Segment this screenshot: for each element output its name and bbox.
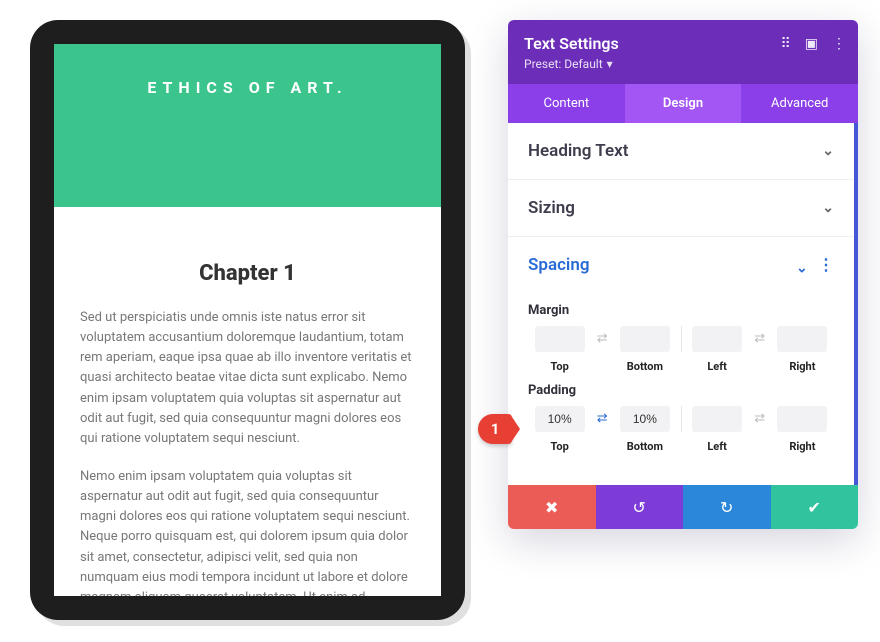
margin-left-input[interactable] <box>692 326 742 352</box>
margin-bottom-label: Bottom <box>613 360 676 373</box>
padding-top-input[interactable] <box>535 406 585 432</box>
body-paragraph: Nemo enim ipsam voluptatem quia voluptas… <box>80 467 415 596</box>
expand-icon[interactable]: ▣ <box>805 36 818 52</box>
confirm-button[interactable]: ✔ <box>771 485 859 529</box>
close-icon: ✖ <box>545 498 558 517</box>
preset-dropdown[interactable]: Preset: Default ▾ <box>524 57 613 71</box>
link-icon[interactable]: ⇄ <box>591 326 613 346</box>
chevron-down-icon: ⌄ <box>822 143 834 159</box>
check-icon: ✔ <box>808 498 821 517</box>
tabs: Content Design Advanced <box>508 84 858 123</box>
link-icon[interactable]: ⇄ <box>591 406 613 426</box>
tab-design[interactable]: Design <box>625 84 742 123</box>
margin-row: Top ⇄ Bottom Left ⇄ Right <box>528 326 834 373</box>
preview-screen: ETHICS OF ART. Chapter 1 Sed ut perspici… <box>54 44 441 596</box>
undo-icon: ↺ <box>633 498 646 517</box>
link-icon[interactable]: ⇄ <box>749 326 771 346</box>
section-more-icon[interactable]: ⋮ <box>818 255 834 274</box>
padding-right-input[interactable] <box>777 406 827 432</box>
margin-left-label: Left <box>686 360 749 373</box>
chapter-content: Chapter 1 Sed ut perspiciatis unde omnis… <box>54 207 441 596</box>
preview-tablet: ETHICS OF ART. Chapter 1 Sed ut perspici… <box>30 20 465 620</box>
margin-label: Margin <box>528 303 834 318</box>
redo-icon: ↻ <box>720 498 733 517</box>
section-label: Sizing <box>528 198 575 218</box>
margin-top-input[interactable] <box>535 326 585 352</box>
divider <box>681 326 682 352</box>
chevron-down-icon: ⌄ <box>822 200 834 216</box>
callout-badge: 1 <box>478 414 512 444</box>
caret-down-icon: ▾ <box>607 57 613 71</box>
section-label: Spacing <box>528 255 590 275</box>
spacing-body: Margin Top ⇄ Bottom Left ⇄ <box>508 303 854 473</box>
redo-button[interactable]: ↻ <box>683 485 771 529</box>
padding-left-label: Left <box>686 440 749 453</box>
section-spacing[interactable]: Spacing ⌃ ⋮ <box>508 237 854 293</box>
margin-bottom-input[interactable] <box>620 326 670 352</box>
section-heading-text[interactable]: Heading Text ⌄ <box>508 123 854 180</box>
more-icon[interactable]: ⋮ <box>832 36 846 52</box>
tab-content[interactable]: Content <box>508 84 625 123</box>
margin-right-label: Right <box>771 360 834 373</box>
hero-banner: ETHICS OF ART. <box>54 44 441 207</box>
tab-advanced[interactable]: Advanced <box>741 84 858 123</box>
settings-scroll-area[interactable]: Heading Text ⌄ Sizing ⌄ Spacing ⌃ ⋮ Marg… <box>508 123 858 485</box>
settings-panel: Text Settings Preset: Default ▾ ⠿ ▣ ⋮ Co… <box>508 20 858 529</box>
chapter-title: Chapter 1 <box>80 261 415 286</box>
padding-right-label: Right <box>771 440 834 453</box>
cancel-button[interactable]: ✖ <box>508 485 596 529</box>
action-bar: ✖ ↺ ↻ ✔ <box>508 485 858 529</box>
padding-row: Top ⇄ Bottom Left ⇄ Right <box>528 406 834 453</box>
padding-label: Padding <box>528 383 834 398</box>
margin-right-input[interactable] <box>777 326 827 352</box>
margin-top-label: Top <box>528 360 591 373</box>
section-label: Heading Text <box>528 141 628 161</box>
padding-bottom-label: Bottom <box>613 440 676 453</box>
padding-top-label: Top <box>528 440 591 453</box>
link-icon[interactable]: ⇄ <box>749 406 771 426</box>
drag-icon[interactable]: ⠿ <box>781 36 791 52</box>
padding-left-input[interactable] <box>692 406 742 432</box>
undo-button[interactable]: ↺ <box>596 485 684 529</box>
divider <box>681 406 682 432</box>
padding-bottom-input[interactable] <box>620 406 670 432</box>
body-paragraph: Sed ut perspiciatis unde omnis iste natu… <box>80 308 415 449</box>
section-sizing[interactable]: Sizing ⌄ <box>508 180 854 237</box>
preset-label: Preset: Default <box>524 57 603 71</box>
panel-header: Text Settings Preset: Default ▾ ⠿ ▣ ⋮ <box>508 20 858 84</box>
chevron-up-icon: ⌃ <box>796 258 808 274</box>
